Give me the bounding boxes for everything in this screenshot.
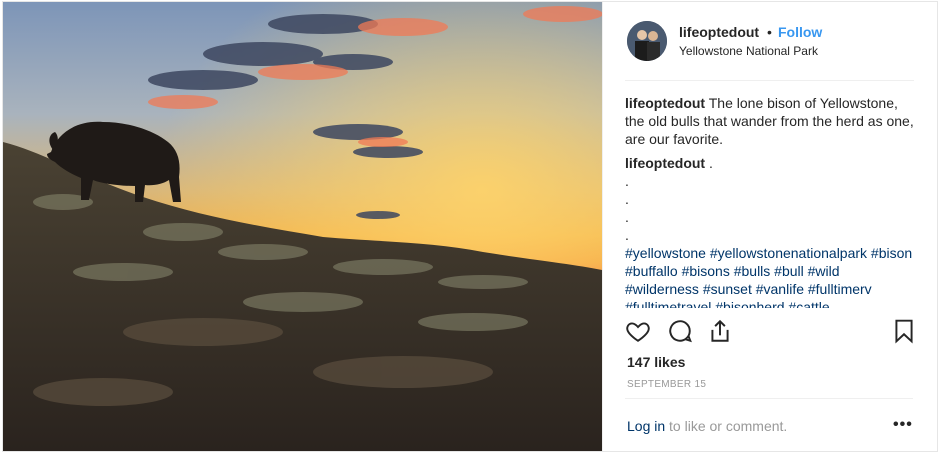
likes-count[interactable]: 147 likes — [627, 354, 685, 370]
post-sidebar: lifeoptedout • Follow Yellowstone Nation… — [602, 2, 937, 451]
action-bar — [625, 318, 917, 350]
share-icon[interactable] — [707, 318, 735, 346]
heart-icon[interactable] — [625, 318, 653, 346]
caption-username[interactable]: lifeoptedout — [625, 95, 705, 111]
avatar[interactable] — [627, 21, 667, 61]
comment-dot-line: . — [625, 191, 629, 207]
comments-section: lifeoptedout The lone bison of Yellowsto… — [625, 94, 915, 308]
comment-text: . — [709, 155, 713, 171]
comment-dot-line: . — [625, 209, 629, 225]
login-link[interactable]: Log in — [627, 418, 665, 434]
caption: lifeoptedout The lone bison of Yellowsto… — [625, 94, 915, 148]
login-prompt: Log in to like or comment. — [627, 418, 787, 434]
post-date: SEPTEMBER 15 — [627, 379, 707, 390]
post-header: lifeoptedout • Follow Yellowstone Nation… — [603, 2, 938, 81]
avatar-image — [627, 21, 667, 61]
username[interactable]: lifeoptedout — [679, 24, 759, 40]
more-options-icon[interactable]: ••• — [893, 416, 913, 434]
bison-sunset-image — [3, 2, 602, 451]
bookmark-icon[interactable] — [891, 318, 919, 346]
follow-button[interactable]: Follow — [778, 24, 822, 40]
location-link[interactable]: Yellowstone National Park — [679, 44, 818, 58]
comment-dot-line: . — [625, 227, 629, 243]
separator-dot: • — [767, 24, 772, 40]
comment-dot-line: . — [625, 173, 629, 189]
hashtags[interactable]: #yellowstone #yellowstonenationalpark #b… — [625, 244, 915, 308]
comment-username[interactable]: lifeoptedout — [625, 155, 705, 171]
comment-icon[interactable] — [667, 318, 695, 346]
instagram-post: lifeoptedout • Follow Yellowstone Nation… — [2, 1, 938, 452]
post-photo[interactable] — [3, 2, 602, 451]
comment: lifeoptedout . . . . . #yellowstone #yel… — [625, 154, 915, 308]
login-rest-text: to like or comment. — [665, 418, 788, 434]
divider — [625, 80, 914, 81]
divider — [625, 398, 913, 399]
